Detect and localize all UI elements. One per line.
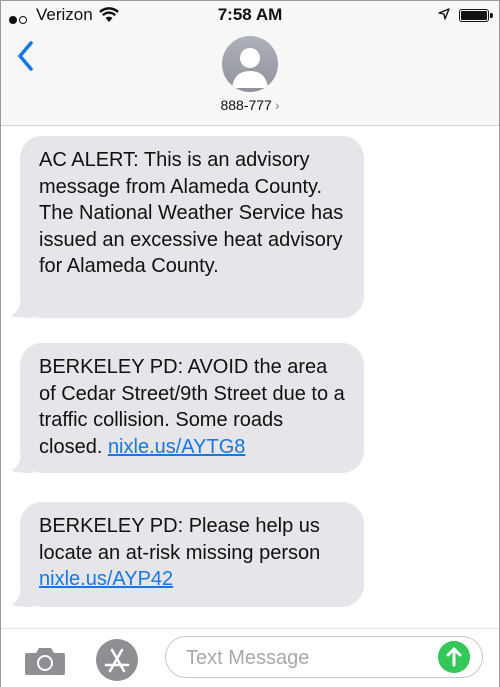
bubble-tail — [11, 587, 33, 607]
status-time: 7:58 AM — [217, 5, 283, 24]
bubble-tail — [11, 298, 33, 318]
message-input[interactable] — [184, 642, 428, 674]
camera-icon[interactable] — [23, 645, 67, 677]
message-bubble: AC ALERT: This is an advisory message fr… — [11, 136, 364, 318]
chevron-right-icon: › — [274, 97, 280, 113]
message-text: BERKELEY PD: Please help us locate an at… — [39, 515, 321, 564]
battery-icon — [459, 9, 493, 22]
send-arrow-icon[interactable] — [438, 641, 470, 673]
message-bubble: BERKELEY PD: AVOID the area of Cedar Str… — [11, 343, 364, 473]
contact-name: 888-777 — [220, 97, 272, 113]
message-link[interactable]: nixle.us/AYP42 — [39, 568, 173, 590]
app-store-icon[interactable] — [95, 638, 139, 682]
contact-name-button[interactable]: 888-777 › — [1, 97, 499, 113]
location-arrow-icon — [438, 8, 450, 20]
message-input-field[interactable] — [165, 636, 483, 678]
bubble-tail — [11, 453, 33, 473]
message-bubble: BERKELEY PD: Please help us locate an at… — [11, 502, 364, 607]
message-text: AC ALERT: This is an advisory message fr… — [39, 149, 344, 277]
message-link[interactable]: nixle.us/AYTG8 — [108, 436, 245, 458]
status-bar: Verizon 7:58 AM — [1, 1, 499, 31]
contact-avatar-icon[interactable] — [222, 36, 278, 92]
conversation-header: 888-777 › — [1, 31, 499, 126]
composer-bar — [1, 628, 499, 687]
back-chevron-icon[interactable] — [15, 39, 37, 73]
